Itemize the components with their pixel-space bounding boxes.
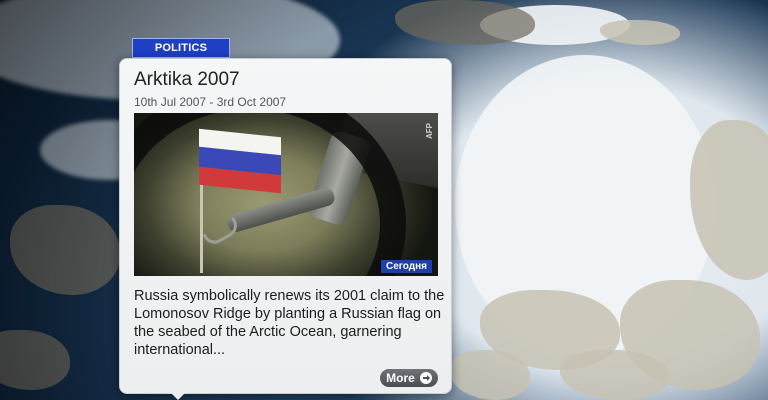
more-button-label: More (386, 371, 415, 385)
tv-channel-caption: Сегодня (380, 260, 432, 273)
event-image[interactable]: AFP Сегодня (134, 113, 438, 276)
popup-pointer (170, 392, 186, 400)
event-dates: 10th Jul 2007 - 3rd Oct 2007 (134, 95, 287, 109)
event-description: Russia symbolically renews its 2001 clai… (134, 288, 445, 358)
event-title: Arktika 2007 (134, 69, 240, 90)
category-tag[interactable]: POLITICS (132, 38, 230, 58)
image-credit: AFP (425, 123, 434, 139)
category-label: POLITICS (154, 42, 208, 54)
more-button[interactable]: More (380, 369, 438, 387)
event-popup-card: Arktika 2007 10th Jul 2007 - 3rd Oct 200… (119, 58, 452, 394)
arrow-right-icon (419, 372, 432, 384)
porthole-frame (134, 113, 406, 276)
